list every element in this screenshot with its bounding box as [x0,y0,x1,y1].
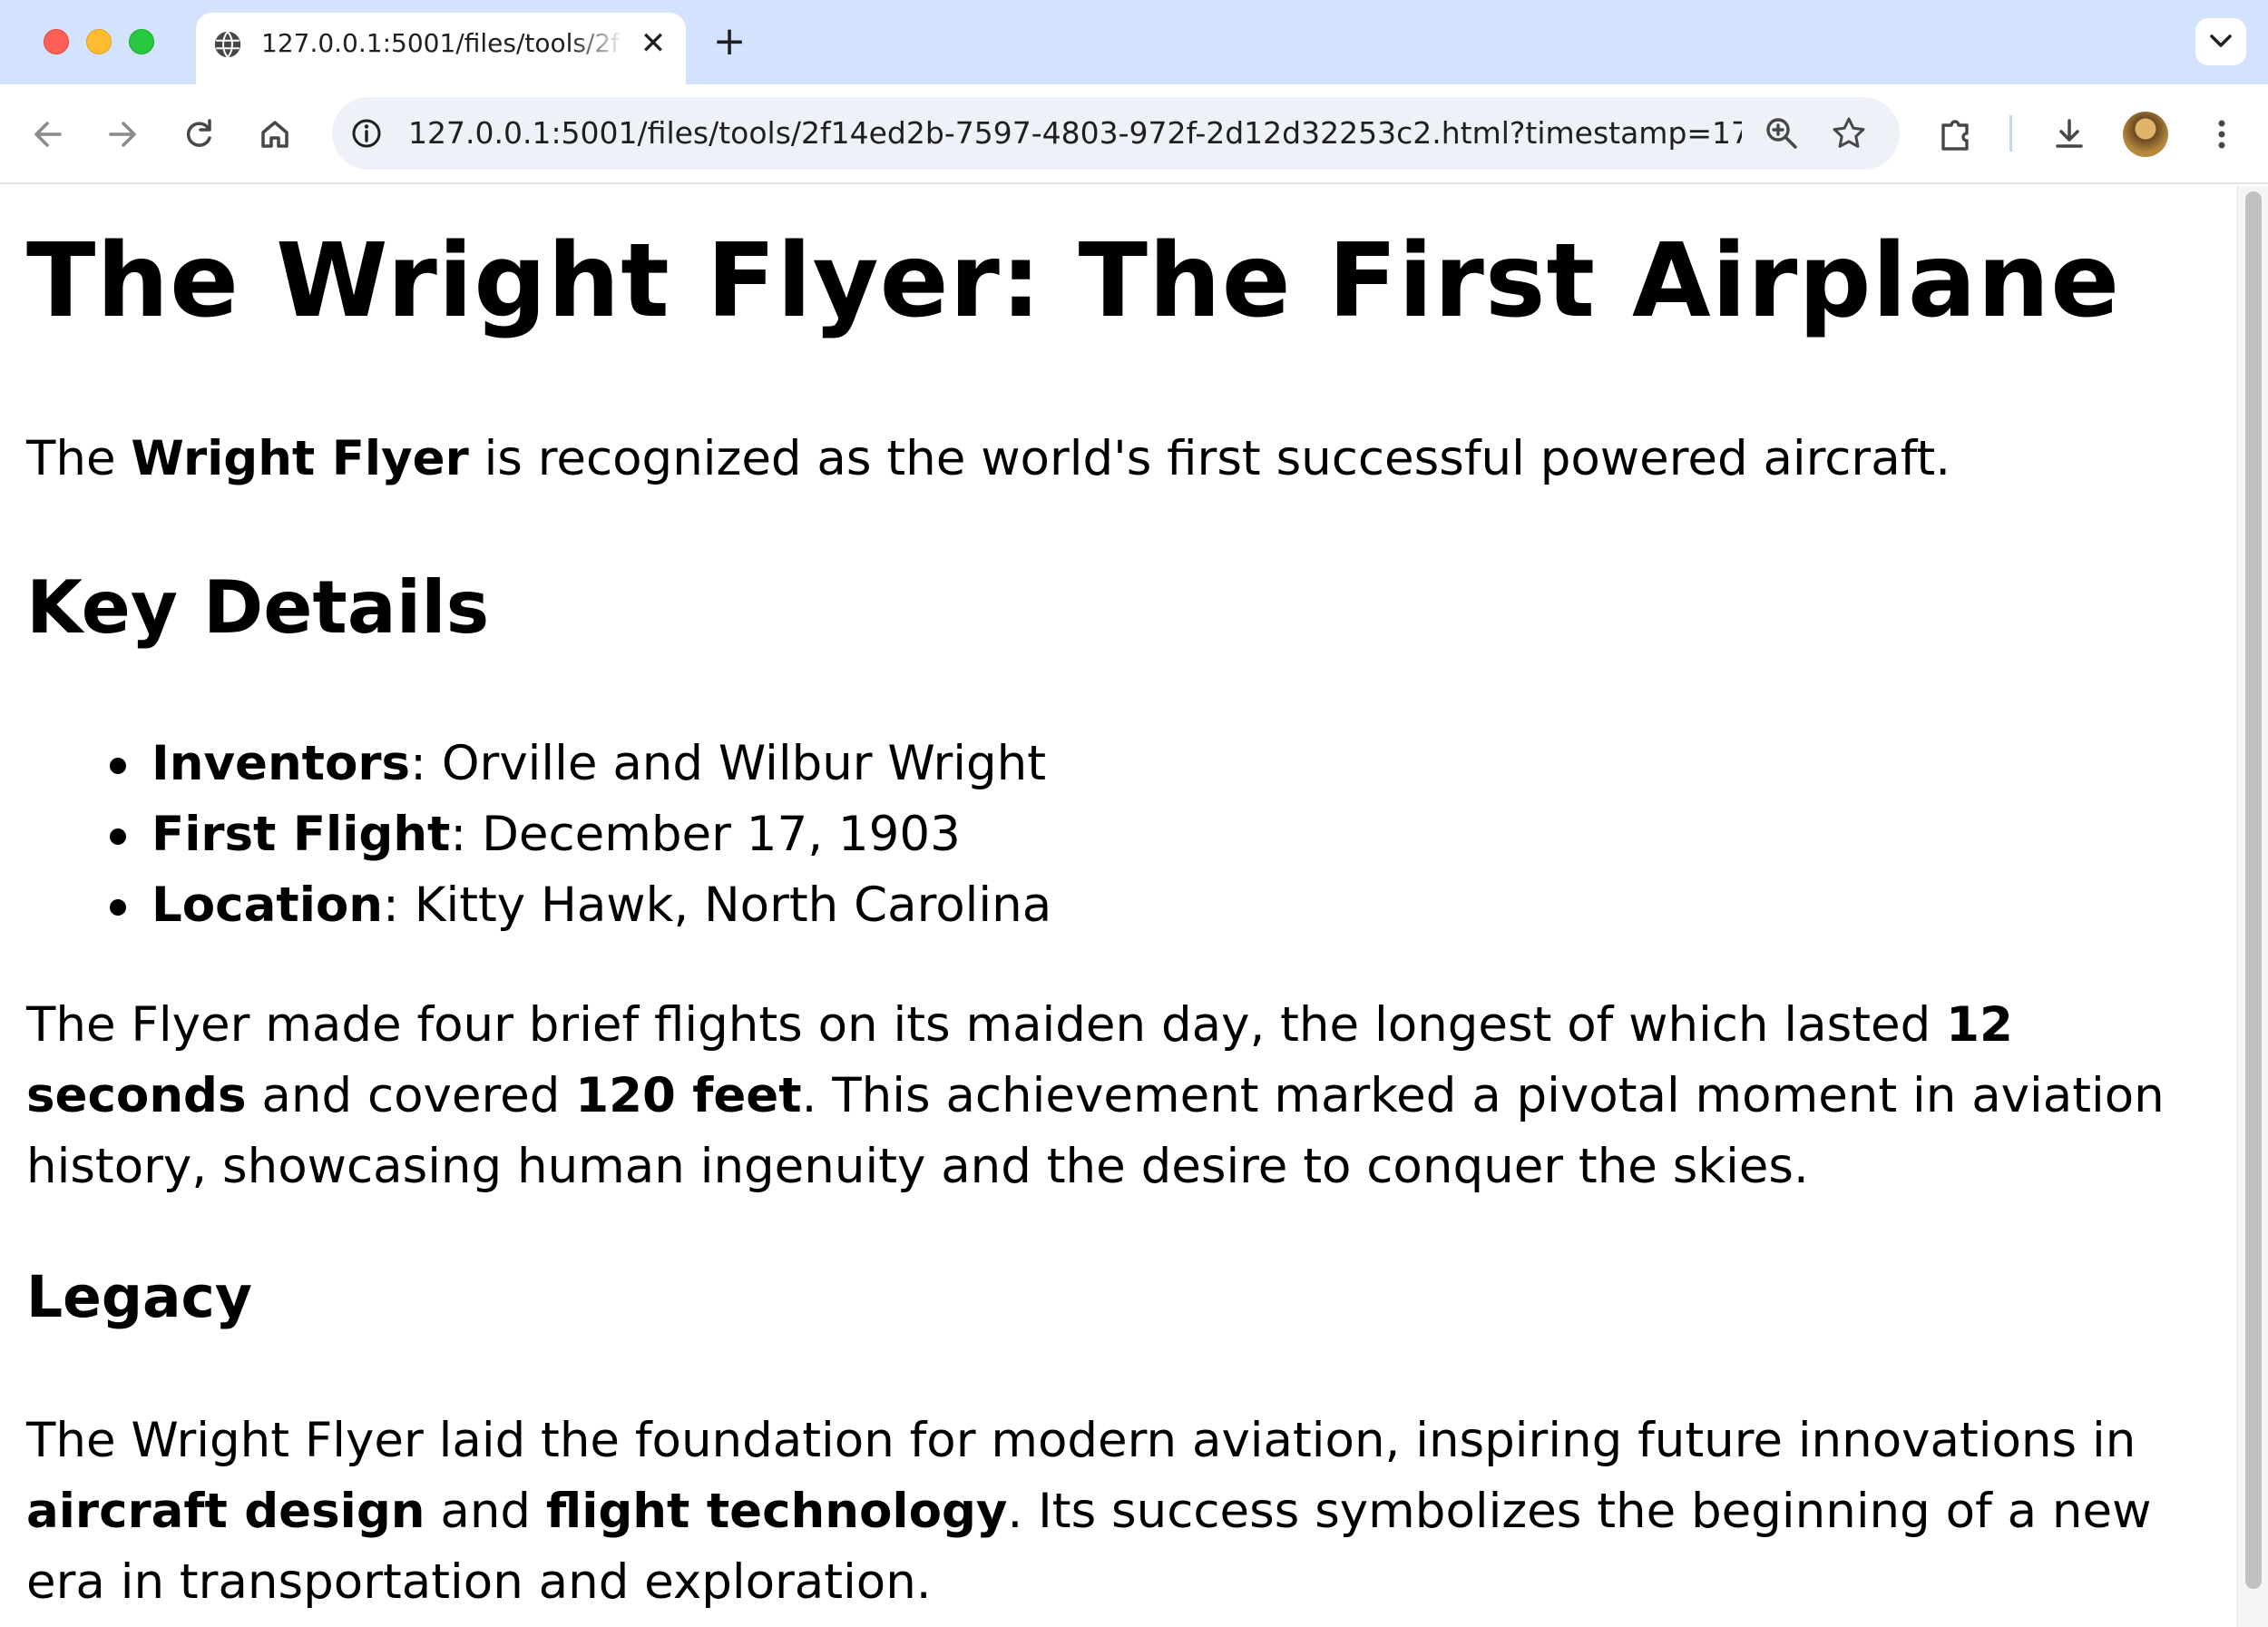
scrollbar-thumb[interactable] [2245,191,2262,1589]
forward-icon[interactable] [100,112,145,157]
maximize-window-button[interactable] [129,29,154,54]
url-text[interactable]: 127.0.0.1:5001/files/tools/2f14ed2b-7597… [408,97,1742,170]
browser-toolbar: 127.0.0.1:5001/files/tools/2f14ed2b-7597… [0,84,2268,184]
bookmark-star-icon[interactable] [1829,113,1869,153]
globe-icon [214,31,241,58]
intro-bold: Wright Flyer [131,431,469,486]
tab-strip: 127.0.0.1:5001/files/tools/2f14ed2b-7597… [0,0,2268,84]
active-tab[interactable]: 127.0.0.1:5001/files/tools/2f14ed2b-7597… [196,13,686,84]
detail-value: : December 17, 1903 [450,807,961,862]
back-icon[interactable] [25,112,71,157]
detail-label: Inventors [152,736,411,791]
list-item: Location: Kitty Hawk, North Carolina [26,870,1051,941]
tab-search-icon [2210,34,2232,47]
minimize-window-button[interactable] [86,29,112,54]
key-details-heading: Key Details [26,565,490,650]
legacy-bold-design: aircraft design [26,1484,425,1539]
reload-icon[interactable] [176,112,221,157]
tab-search-button[interactable] [2195,18,2246,65]
list-item: Inventors: Orville and Wilbur Wright [26,729,1051,799]
page-title: The Wright Flyer: The First Airplane [26,222,2121,340]
site-info-icon[interactable] [348,115,385,152]
extensions-icon[interactable] [1933,112,1979,157]
close-window-button[interactable] [44,29,69,54]
legacy-text: The Wright Flyer laid the foundation for… [26,1413,2136,1468]
detail-label: First Flight [152,807,451,862]
new-tab-button[interactable]: + [709,22,749,62]
intro-text: The [26,431,132,486]
legacy-text: and [425,1484,546,1539]
flights-text: and covered [246,1068,576,1123]
detail-value: : Orville and Wilbur Wright [410,736,1046,791]
menu-icon[interactable] [2199,112,2244,157]
flights-text: The Flyer made four brief flights on its… [26,997,1947,1053]
legacy-heading: Legacy [26,1264,252,1330]
zoom-icon[interactable] [1762,113,1802,153]
intro-paragraph: The Wright Flyer is recognized as the wo… [26,424,1950,495]
close-tab-icon[interactable]: ✕ [635,25,671,62]
flights-bold-distance: 120 feet [575,1068,802,1123]
details-list: Inventors: Orville and Wilbur Wright Fir… [26,729,1051,941]
toolbar-separator [2009,115,2012,152]
legacy-paragraph: The Wright Flyer laid the foundation for… [26,1406,2222,1618]
address-bar[interactable]: 127.0.0.1:5001/files/tools/2f14ed2b-7597… [332,97,1900,170]
detail-label: Location [152,877,384,933]
tab-title: 127.0.0.1:5001/files/tools/2f14ed2b-7597… [261,28,624,58]
detail-value: : Kitty Hawk, North Carolina [383,877,1052,933]
page-viewport: The Wright Flyer: The First Airplane The… [0,186,2237,1627]
list-item: First Flight: December 17, 1903 [26,799,1051,870]
intro-text-end: is recognized as the world's first succe… [468,431,1951,486]
avatar[interactable] [2123,112,2168,157]
vertical-scrollbar[interactable] [2237,186,2268,1627]
download-icon[interactable] [2047,112,2092,157]
legacy-bold-technology: flight technology [545,1484,1008,1539]
home-icon[interactable] [252,112,298,157]
flights-paragraph: The Flyer made four brief flights on its… [26,990,2222,1202]
